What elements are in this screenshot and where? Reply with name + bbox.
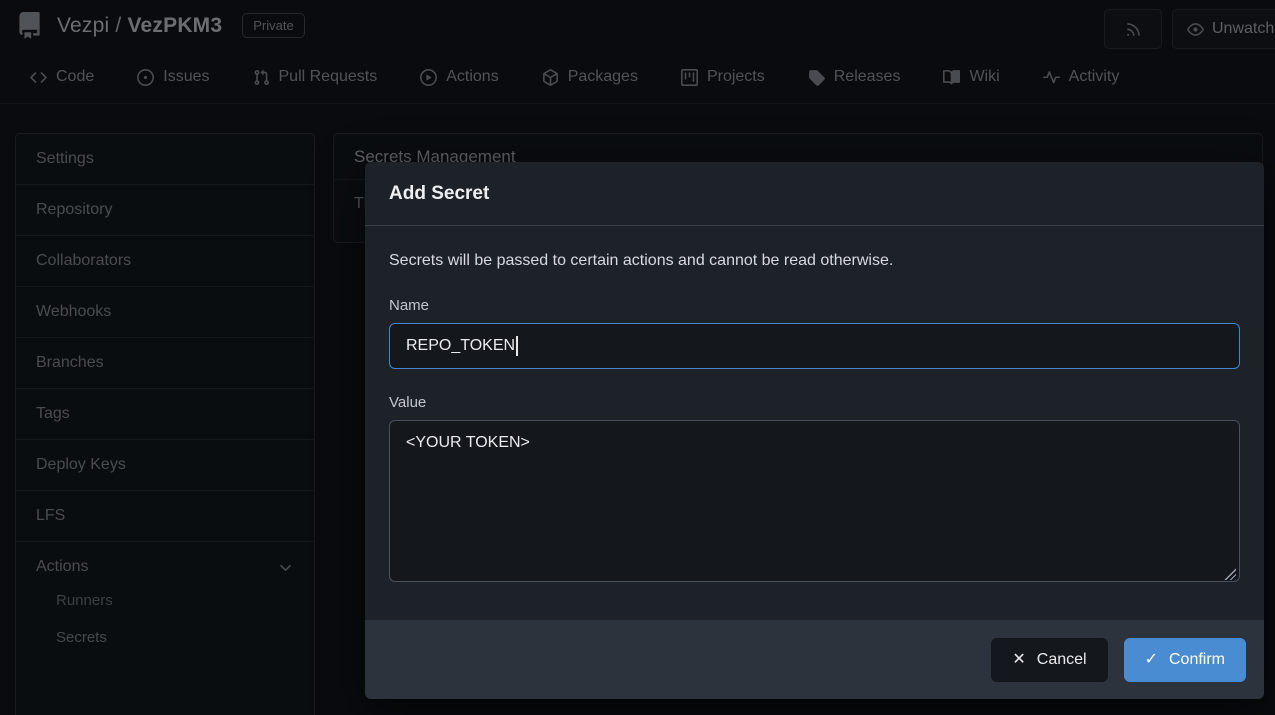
secret-name-value: REPO_TOKEN <box>406 337 515 355</box>
value-textarea-wrap: <YOUR TOKEN> <box>389 420 1240 587</box>
modal-description: Secrets will be passed to certain action… <box>389 252 1240 270</box>
add-secret-modal: Add Secret Secrets will be passed to cer… <box>365 162 1264 699</box>
check-icon: ✓ <box>1145 652 1158 668</box>
secret-name-input[interactable]: REPO_TOKEN <box>389 323 1240 369</box>
modal-header: Add Secret <box>365 162 1264 226</box>
modal-title: Add Secret <box>389 183 1240 205</box>
secret-value-textarea[interactable]: <YOUR TOKEN> <box>389 420 1240 582</box>
x-icon: ✕ <box>1012 652 1025 668</box>
gitea-repo-page: Vezpi / VezPKM3 Private Unwatch Code Iss… <box>0 0 1275 715</box>
modal-body: Secrets will be passed to certain action… <box>365 226 1264 620</box>
text-cursor <box>516 336 518 356</box>
value-label: Value <box>389 394 1240 411</box>
modal-footer: ✕ Cancel ✓ Confirm <box>365 620 1264 699</box>
name-label: Name <box>389 297 1240 314</box>
confirm-button[interactable]: ✓ Confirm <box>1124 638 1246 682</box>
cancel-button[interactable]: ✕ Cancel <box>991 638 1107 682</box>
